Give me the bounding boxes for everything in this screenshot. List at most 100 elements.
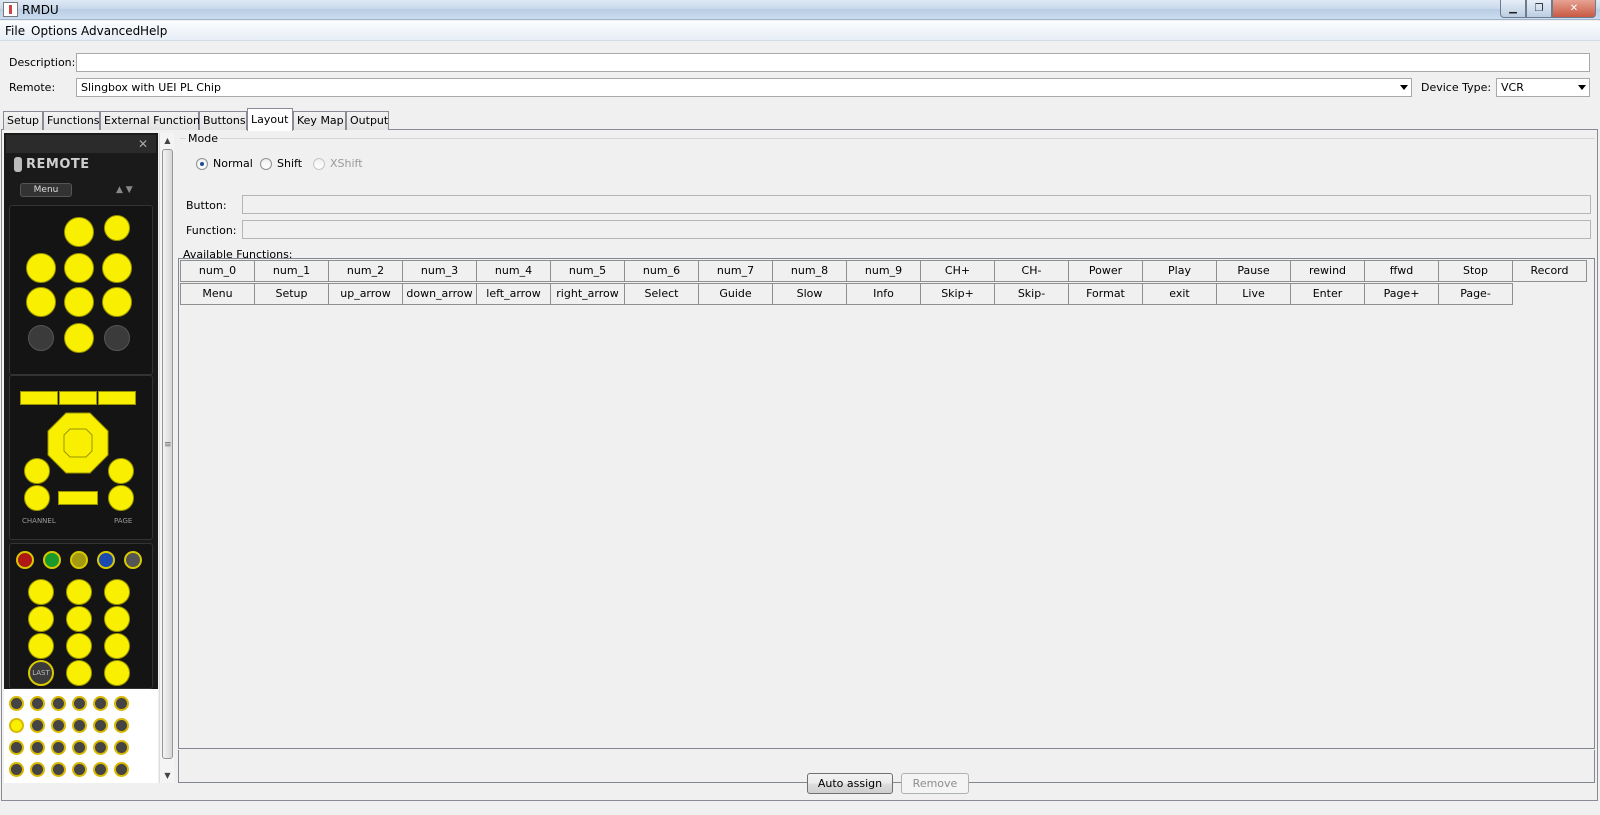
remote-button[interactable] — [66, 579, 92, 605]
remote-button[interactable] — [9, 740, 24, 755]
function-cell[interactable]: up_arrow — [328, 283, 403, 305]
remote-button[interactable] — [9, 696, 24, 711]
function-cell[interactable]: num_2 — [328, 260, 403, 282]
function-cell[interactable]: Skip+ — [920, 283, 995, 305]
tab-output[interactable]: Output — [346, 111, 389, 130]
tab-external-functions[interactable]: External Functions — [100, 111, 206, 130]
blue-button[interactable] — [97, 551, 115, 569]
yellow-button[interactable] — [70, 551, 88, 569]
remote-button[interactable] — [102, 287, 132, 317]
menu-options[interactable]: Options — [31, 24, 77, 38]
function-cell[interactable]: exit — [1142, 283, 1217, 305]
device-type-select[interactable]: VCR — [1496, 78, 1590, 97]
remote-button[interactable] — [24, 485, 50, 511]
remote-button[interactable] — [58, 491, 98, 505]
remote-button[interactable] — [72, 740, 87, 755]
menu-help[interactable]: Help — [140, 24, 167, 38]
tab-functions[interactable]: Functions — [43, 111, 100, 130]
function-cell[interactable]: Slow — [772, 283, 847, 305]
remote-menu-button[interactable]: Menu — [20, 183, 72, 197]
dpad-icon[interactable] — [46, 411, 110, 475]
function-cell[interactable]: left_arrow — [476, 283, 551, 305]
remote-button[interactable] — [114, 696, 129, 711]
redo-icon[interactable] — [104, 325, 130, 351]
remote-button[interactable] — [104, 579, 130, 605]
function-cell[interactable]: ffwd — [1364, 260, 1439, 282]
remote-button[interactable] — [30, 718, 45, 733]
remote-button[interactable] — [28, 633, 54, 659]
function-cell[interactable]: right_arrow — [550, 283, 625, 305]
remote-button[interactable] — [26, 253, 56, 283]
function-cell[interactable]: Enter — [1290, 283, 1365, 305]
remote-button[interactable] — [26, 287, 56, 317]
tab-buttons[interactable]: Buttons — [199, 111, 247, 130]
remote-button[interactable] — [64, 323, 94, 353]
function-cell[interactable]: num_4 — [476, 260, 551, 282]
remote-button[interactable] — [30, 696, 45, 711]
remote-button[interactable] — [51, 718, 66, 733]
function-cell[interactable]: Stop — [1438, 260, 1513, 282]
remote-button[interactable] — [30, 740, 45, 755]
function-cell[interactable]: Page- — [1438, 283, 1513, 305]
function-cell[interactable]: Pause — [1216, 260, 1291, 282]
function-cell[interactable]: Page+ — [1364, 283, 1439, 305]
function-cell[interactable]: num_9 — [846, 260, 921, 282]
remote-button[interactable] — [93, 696, 108, 711]
function-cell[interactable]: rewind — [1290, 260, 1365, 282]
remote-button[interactable] — [72, 696, 87, 711]
remote-button[interactable] — [20, 391, 58, 405]
scroll-thumb[interactable] — [162, 149, 173, 759]
function-cell[interactable]: num_8 — [772, 260, 847, 282]
remote-button[interactable] — [51, 696, 66, 711]
function-cell[interactable]: num_5 — [550, 260, 625, 282]
remote-button[interactable] — [51, 762, 66, 777]
remote-button[interactable] — [102, 253, 132, 283]
remote-button[interactable] — [9, 718, 24, 733]
remote-button[interactable] — [104, 215, 130, 241]
menu-file[interactable]: File — [5, 24, 25, 38]
tab-key-map[interactable]: Key Map — [293, 111, 346, 130]
mode-normal-radio[interactable]: Normal — [196, 157, 253, 170]
function-cell[interactable]: Guide — [698, 283, 773, 305]
remote-button[interactable] — [104, 633, 130, 659]
green-button[interactable] — [43, 551, 61, 569]
menu-advanced[interactable]: Advanced — [81, 24, 140, 38]
remote-scrollbar[interactable]: ▲ ▼ — [159, 133, 174, 783]
tab-setup[interactable]: Setup — [3, 111, 43, 130]
function-cell[interactable]: Play — [1142, 260, 1217, 282]
function-cell[interactable]: Record — [1512, 260, 1587, 282]
function-cell[interactable]: down_arrow — [402, 283, 477, 305]
remote-button[interactable] — [108, 485, 134, 511]
undo-icon[interactable] — [28, 325, 54, 351]
remote-button[interactable] — [72, 718, 87, 733]
remote-button[interactable] — [51, 740, 66, 755]
remote-button[interactable] — [93, 762, 108, 777]
remote-button[interactable] — [114, 740, 129, 755]
function-cell[interactable]: num_1 — [254, 260, 329, 282]
function-cell[interactable]: Menu — [180, 283, 255, 305]
scroll-up-icon[interactable]: ▲ — [160, 133, 175, 148]
maximize-button[interactable]: ❐ — [1526, 0, 1552, 18]
function-cell[interactable]: Setup — [254, 283, 329, 305]
function-cell[interactable]: Info — [846, 283, 921, 305]
remote-button[interactable] — [64, 253, 94, 283]
function-cell[interactable]: CH- — [994, 260, 1069, 282]
remote-button[interactable] — [59, 391, 97, 405]
remote-button[interactable] — [114, 762, 129, 777]
remote-button[interactable] — [28, 579, 54, 605]
remote-image-view[interactable]: ✕ REMOTE Menu ▲ ▼ CHANNEL PAGE LAST — [4, 133, 158, 783]
description-field[interactable] — [76, 53, 1590, 72]
red-button[interactable] — [16, 551, 34, 569]
remote-button[interactable] — [72, 762, 87, 777]
remote-button[interactable] — [64, 287, 94, 317]
function-cell[interactable]: num_6 — [624, 260, 699, 282]
function-cell[interactable]: Skip- — [994, 283, 1069, 305]
remote-button[interactable] — [66, 633, 92, 659]
remote-button[interactable] — [30, 762, 45, 777]
last-button[interactable]: LAST — [28, 660, 54, 686]
remote-button[interactable] — [114, 718, 129, 733]
function-cell[interactable]: num_0 — [180, 260, 255, 282]
remote-select[interactable]: Slingbox with UEI PL Chip — [76, 78, 1412, 97]
minimize-button[interactable]: ▁ — [1500, 0, 1526, 18]
function-cell[interactable]: Format — [1068, 283, 1143, 305]
